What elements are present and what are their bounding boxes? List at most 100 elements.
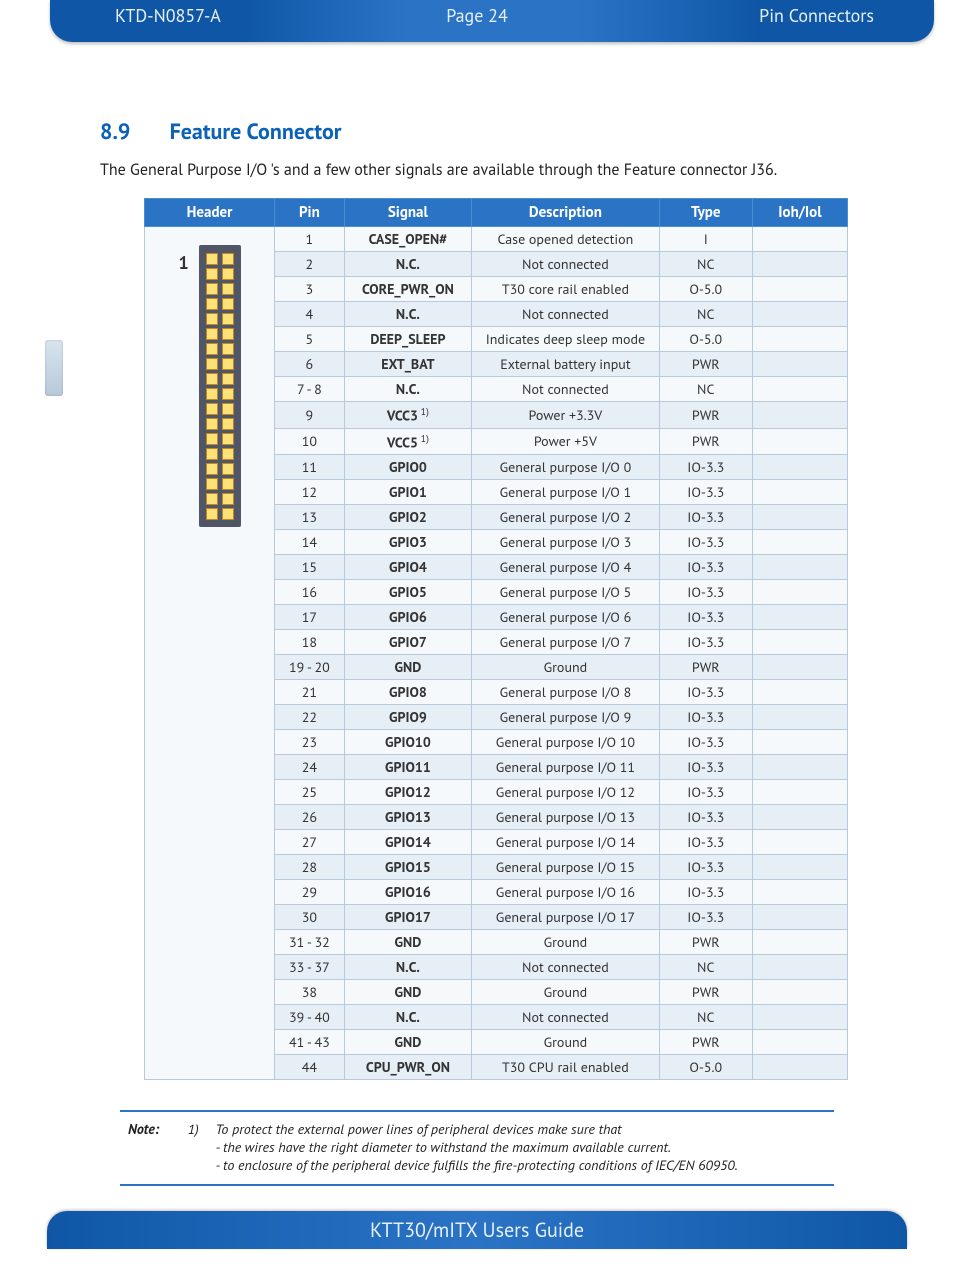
cell-pin: 27: [275, 830, 345, 855]
cell-pin: 6: [275, 352, 345, 377]
cell-signal: GPIO12: [344, 780, 472, 805]
cell-type: O-5.0: [659, 1055, 752, 1080]
cell-signal: VCC3 1): [344, 402, 472, 429]
cell-pin: 3: [275, 277, 345, 302]
page-footer: KTT30/mITX Users Guide: [0, 1211, 954, 1249]
cell-iohiol: [752, 1005, 847, 1030]
cell-signal: GPIO8: [344, 680, 472, 705]
cell-type: NC: [659, 1005, 752, 1030]
cell-pin: 9: [275, 402, 345, 429]
note-label: Note:: [128, 1120, 184, 1138]
cell-type: IO-3.3: [659, 580, 752, 605]
cell-iohiol: [752, 655, 847, 680]
cell-description: General purpose I/O 11: [472, 755, 659, 780]
cell-pin: 10: [275, 428, 345, 455]
section-heading: 8.9 Feature Connector: [100, 118, 854, 146]
cell-iohiol: [752, 252, 847, 277]
col-iohiol: Ioh/Iol: [752, 199, 847, 227]
cell-type: NC: [659, 377, 752, 402]
cell-type: NC: [659, 955, 752, 980]
cell-type: O-5.0: [659, 277, 752, 302]
cell-type: IO-3.3: [659, 780, 752, 805]
cell-type: IO-3.3: [659, 905, 752, 930]
cell-description: General purpose I/O 13: [472, 805, 659, 830]
cell-description: General purpose I/O 14: [472, 830, 659, 855]
note-line-1: To protect the external power lines of p…: [216, 1120, 622, 1138]
cell-iohiol: [752, 302, 847, 327]
table-row: 11CASE_OPEN#Case opened detectionI: [145, 227, 848, 252]
cell-type: IO-3.3: [659, 680, 752, 705]
cell-signal: GPIO5: [344, 580, 472, 605]
cell-pin: 41 - 43: [275, 1030, 345, 1055]
cell-iohiol: [752, 705, 847, 730]
cell-description: Not connected: [472, 1005, 659, 1030]
cell-description: General purpose I/O 7: [472, 630, 659, 655]
cell-description: General purpose I/O 5: [472, 580, 659, 605]
note-index: 1): [188, 1120, 212, 1138]
cell-pin: 33 - 37: [275, 955, 345, 980]
footer-title: KTT30/mITX Users Guide: [47, 1211, 907, 1249]
cell-pin: 5: [275, 327, 345, 352]
cell-description: T30 CPU rail enabled: [472, 1055, 659, 1080]
cell-pin: 16: [275, 580, 345, 605]
cell-iohiol: [752, 1055, 847, 1080]
cell-pin: 25: [275, 780, 345, 805]
cell-iohiol: [752, 780, 847, 805]
connector-pin1-label: 1: [178, 251, 188, 274]
cell-iohiol: [752, 880, 847, 905]
cell-signal: GPIO13: [344, 805, 472, 830]
cell-type: PWR: [659, 1030, 752, 1055]
cell-pin: 44: [275, 1055, 345, 1080]
cell-signal: CPU_PWR_ON: [344, 1055, 472, 1080]
section-title: Feature Connector: [170, 118, 342, 146]
cell-description: T30 core rail enabled: [472, 277, 659, 302]
cell-description: General purpose I/O 16: [472, 880, 659, 905]
cell-pin: 12: [275, 480, 345, 505]
cell-pin: 18: [275, 630, 345, 655]
cell-signal: GPIO16: [344, 880, 472, 905]
cell-pin: 1: [275, 227, 345, 252]
cell-description: General purpose I/O 2: [472, 505, 659, 530]
cell-type: IO-3.3: [659, 830, 752, 855]
note-block: Note: 1) To protect the external power l…: [120, 1110, 834, 1186]
cell-iohiol: [752, 1030, 847, 1055]
cell-pin: 17: [275, 605, 345, 630]
cell-description: General purpose I/O 10: [472, 730, 659, 755]
cell-description: General purpose I/O 6: [472, 605, 659, 630]
col-type: Type: [659, 199, 752, 227]
cell-description: Indicates deep sleep mode: [472, 327, 659, 352]
cell-pin: 29: [275, 880, 345, 905]
cell-signal: GPIO3: [344, 530, 472, 555]
cell-pin: 31 - 32: [275, 930, 345, 955]
col-pin: Pin: [275, 199, 345, 227]
cell-signal: N.C.: [344, 302, 472, 327]
cell-pin: 14: [275, 530, 345, 555]
cell-iohiol: [752, 580, 847, 605]
cell-iohiol: [752, 905, 847, 930]
cell-iohiol: [752, 955, 847, 980]
cell-signal: GPIO4: [344, 555, 472, 580]
cell-signal: GPIO11: [344, 755, 472, 780]
cell-type: PWR: [659, 655, 752, 680]
cell-type: IO-3.3: [659, 855, 752, 880]
cell-type: IO-3.3: [659, 705, 752, 730]
cell-type: IO-3.3: [659, 755, 752, 780]
cell-pin: 24: [275, 755, 345, 780]
cell-iohiol: [752, 830, 847, 855]
cell-iohiol: [752, 630, 847, 655]
section-number: 8.9: [100, 118, 164, 146]
cell-description: General purpose I/O 9: [472, 705, 659, 730]
cell-signal: N.C.: [344, 955, 472, 980]
cell-signal: GPIO10: [344, 730, 472, 755]
cell-signal: GND: [344, 655, 472, 680]
cell-type: O-5.0: [659, 327, 752, 352]
note-line-3: - to enclosure of the peripheral device …: [216, 1156, 738, 1174]
cell-signal: N.C.: [344, 1005, 472, 1030]
cell-iohiol: [752, 277, 847, 302]
cell-type: PWR: [659, 402, 752, 429]
cell-signal: GPIO15: [344, 855, 472, 880]
cell-pin: 26: [275, 805, 345, 830]
cell-signal: GND: [344, 1030, 472, 1055]
cell-signal: EXT_BAT: [344, 352, 472, 377]
cell-pin: 7 - 8: [275, 377, 345, 402]
